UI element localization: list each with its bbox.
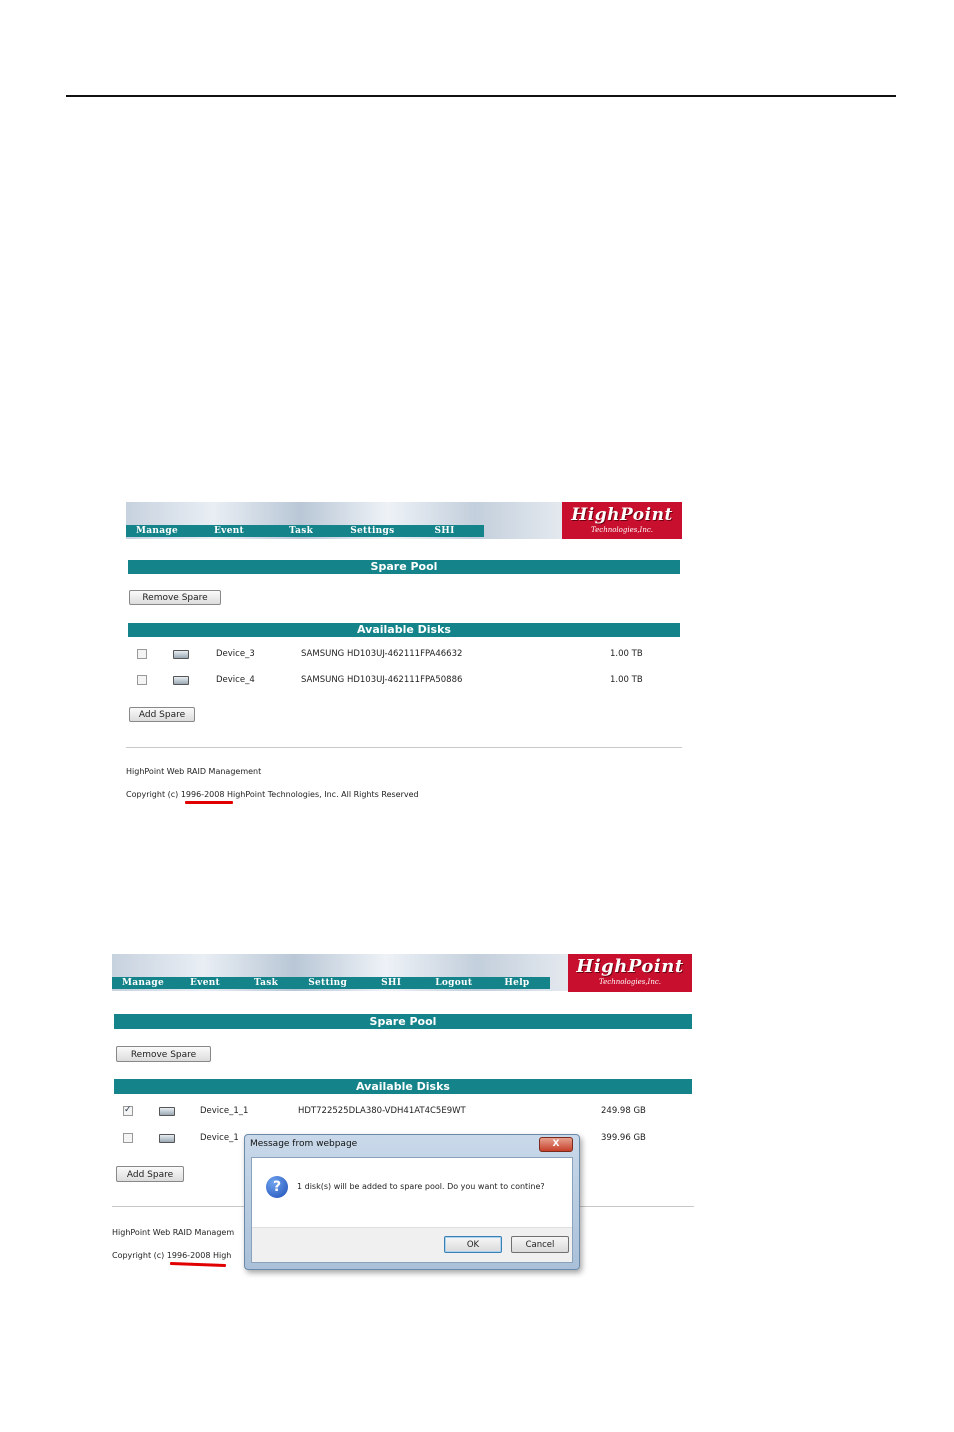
nav-event[interactable]: Event (190, 978, 220, 988)
disk-row: Device_4 SAMSUNG HD103UJ-462111FPA50886 … (126, 673, 682, 687)
disk-drive-icon (159, 1107, 175, 1116)
available-disks-title: Available Disks (128, 623, 680, 637)
logo-text: HighPoint (576, 956, 684, 977)
disk-model: HDT722525DLA380-VDH41AT4C5E9WT (298, 1106, 466, 1116)
add-spare-button[interactable]: Add Spare (116, 1166, 184, 1182)
disk-size: 1.00 TB (610, 649, 643, 659)
remove-spare-button[interactable]: Remove Spare (116, 1046, 211, 1062)
footer-divider (126, 747, 682, 748)
add-spare-button[interactable]: Add Spare (129, 707, 195, 722)
dialog-body: ? 1 disk(s) will be added to spare pool.… (251, 1157, 573, 1263)
disk-model: SAMSUNG HD103UJ-462111FPA46632 (301, 649, 463, 659)
question-icon: ? (266, 1176, 288, 1198)
highpoint-logo: HighPoint Technologies,Inc. (562, 502, 682, 539)
header-banner: Manage Event Task Setting SHI Logout Hel… (112, 954, 568, 991)
screenshot-spare-pool-1: Manage Event Task Settings SHI HighPoint… (126, 502, 682, 812)
disk-checkbox[interactable] (137, 649, 147, 659)
logo-subtext: Technologies,Inc. (599, 978, 661, 986)
nav-setting[interactable]: Setting (308, 978, 347, 988)
spare-pool-title: Spare Pool (128, 560, 680, 574)
nav-help[interactable]: Help (504, 978, 529, 988)
disk-name: Device_4 (216, 675, 255, 685)
disk-size: 399.96 GB (601, 1133, 646, 1143)
disk-checkbox[interactable] (123, 1103, 133, 1117)
nav-event[interactable]: Event (214, 526, 244, 536)
red-underline-mark (169, 1262, 227, 1267)
disk-drive-icon (159, 1134, 175, 1143)
copyright-text: Copyright (c) 1996-2008 High (112, 1251, 232, 1260)
confirm-dialog: Message from webpage X ? 1 disk(s) will … (244, 1134, 580, 1270)
dialog-message: 1 disk(s) will be added to spare pool. D… (297, 1182, 545, 1191)
disk-row: Device_3 SAMSUNG HD103UJ-462111FPA46632 … (126, 647, 682, 661)
highpoint-logo: HighPoint Technologies,Inc. (568, 954, 692, 992)
nav-shi[interactable]: SHI (434, 526, 454, 536)
ok-button[interactable]: OK (444, 1236, 502, 1253)
red-underline-mark (185, 801, 233, 804)
nav-settings[interactable]: Settings (350, 526, 394, 536)
nav-manage[interactable]: Manage (122, 978, 164, 988)
disk-model: SAMSUNG HD103UJ-462111FPA50886 (301, 675, 463, 685)
disk-drive-icon (173, 650, 189, 659)
nav-task[interactable]: Task (289, 526, 313, 536)
footer-title: HighPoint Web RAID Managem (112, 1228, 235, 1237)
nav-bar: Manage Event Task Setting SHI Logout Hel… (112, 977, 550, 989)
page-top-rule (66, 95, 896, 97)
nav-shi[interactable]: SHI (381, 978, 401, 988)
logo-text: HighPoint (571, 505, 673, 525)
dialog-title: Message from webpage (250, 1139, 358, 1149)
screenshot-spare-pool-2: Manage Event Task Setting SHI Logout Hel… (112, 954, 694, 1274)
header-banner: Manage Event Task Settings SHI (126, 502, 562, 539)
remove-spare-button[interactable]: Remove Spare (129, 590, 221, 605)
logo-subtext: Technologies,Inc. (591, 526, 653, 534)
nav-bar: Manage Event Task Settings SHI (126, 525, 484, 537)
available-disks-title: Available Disks (114, 1079, 692, 1094)
copyright-text: Copyright (c) 1996-2008 HighPoint Techno… (126, 790, 419, 799)
disk-size: 1.00 TB (610, 675, 643, 685)
disk-checkbox[interactable] (123, 1133, 133, 1143)
disk-name: Device_3 (216, 649, 255, 659)
dialog-footer: OK Cancel (252, 1227, 572, 1262)
disk-name: Device_1 (200, 1133, 239, 1143)
cancel-button[interactable]: Cancel (511, 1236, 569, 1253)
nav-manage[interactable]: Manage (136, 526, 178, 536)
footer-title: HighPoint Web RAID Management (126, 767, 262, 776)
disk-name: Device_1_1 (200, 1106, 249, 1116)
disk-drive-icon (173, 676, 189, 685)
spare-pool-title: Spare Pool (114, 1014, 692, 1029)
dialog-close-button[interactable]: X (539, 1137, 573, 1152)
disk-row: Device_1_1 HDT722525DLA380-VDH41AT4C5E9W… (112, 1103, 694, 1118)
disk-size: 249.98 GB (601, 1106, 646, 1116)
disk-checkbox[interactable] (137, 675, 147, 685)
nav-logout[interactable]: Logout (435, 978, 472, 988)
nav-task[interactable]: Task (254, 978, 278, 988)
